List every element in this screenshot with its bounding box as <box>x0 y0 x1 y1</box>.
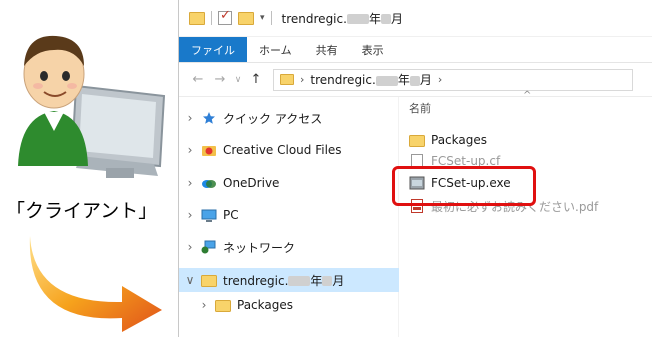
breadcrumb-current[interactable]: trendregic. 年月 <box>310 71 431 88</box>
star-icon <box>201 111 217 125</box>
column-header-name[interactable]: 名前 ^ <box>409 90 609 119</box>
nav-item-creative-cloud-files[interactable]: › Creative Cloud Files <box>179 138 399 162</box>
redacted-month <box>380 14 391 24</box>
path-prefix: trendregic. <box>310 73 376 87</box>
window-title: trendregic. 年月 <box>282 10 403 27</box>
address-bar-row: ← → ∨ ↑ › trendregic. 年月 › <box>179 63 652 97</box>
properties-check-icon[interactable] <box>218 8 232 25</box>
label-year-suffix: 年 <box>310 273 323 288</box>
nav-item-label: trendregic. 年月 <box>223 272 344 289</box>
title-year-suffix: 年 <box>368 11 381 26</box>
nav-item-label: ネットワーク <box>223 240 296 255</box>
back-arrow-icon[interactable]: ← <box>187 72 209 87</box>
tab-view[interactable]: 表示 <box>350 37 396 62</box>
creative-cloud-icon <box>201 143 217 157</box>
expand-chevron-icon[interactable]: › <box>179 208 201 222</box>
tab-file[interactable]: ファイル <box>179 37 247 62</box>
nav-item-packages[interactable]: › Packages <box>179 293 399 317</box>
folder-icon <box>409 133 425 147</box>
client-label: 「クライアント」 <box>6 200 158 222</box>
label-month-suffix: 月 <box>332 273 345 288</box>
tab-share[interactable]: 共有 <box>304 37 350 62</box>
folder-icon <box>189 11 205 25</box>
column-name-label: 名前 <box>409 102 431 115</box>
address-input[interactable]: › trendregic. 年月 › <box>273 68 633 91</box>
nav-item-onedrive[interactable]: › OneDrive <box>179 171 399 195</box>
nav-item-quick-access[interactable]: › クイック アクセス <box>179 106 399 130</box>
sort-caret-icon: ^ <box>523 90 532 101</box>
label-prefix: trendregic. <box>223 273 289 288</box>
title-bar: ▾ trendregic. 年月 <box>179 0 652 37</box>
folder-icon <box>215 298 231 312</box>
file-list: 名前 ^ Packages FCSet-up.cf FCSet-up.exe 最… <box>399 90 652 337</box>
expand-chevron-icon[interactable]: › <box>179 240 201 254</box>
title-prefix: trendregic. <box>281 11 347 26</box>
nav-item-network[interactable]: › ネットワーク <box>179 235 399 259</box>
folder-icon <box>201 273 217 287</box>
redacted-year <box>375 75 398 86</box>
expand-chevron-icon[interactable]: › <box>179 143 201 157</box>
folder-icon <box>280 74 294 85</box>
network-icon <box>201 240 217 254</box>
nav-item-label: OneDrive <box>223 176 280 190</box>
tab-home[interactable]: ホーム <box>247 37 304 62</box>
title-month-suffix: 月 <box>390 11 403 26</box>
expand-chevron-icon[interactable]: › <box>179 176 201 190</box>
nav-item-label: PC <box>223 208 239 222</box>
new-folder-icon[interactable] <box>238 11 254 25</box>
nav-item-pc[interactable]: › PC <box>179 203 399 227</box>
list-item-packages[interactable]: Packages <box>409 130 487 150</box>
client-person-icon <box>18 35 166 178</box>
breadcrumb-chevron-icon[interactable]: › <box>300 73 304 86</box>
client-illustration: 「クライアント」 <box>0 0 178 337</box>
file-name: Packages <box>431 133 487 147</box>
nav-item-trendregic[interactable]: ∨ trendregic. 年月 <box>179 268 399 292</box>
title-separator-2 <box>270 11 272 25</box>
expand-chevron-icon[interactable]: › <box>179 298 215 312</box>
navigation-pane: › クイック アクセス › Creative Cloud Files › One… <box>179 97 399 337</box>
pc-icon <box>201 208 217 222</box>
forward-arrow-icon[interactable]: → <box>209 72 231 87</box>
explorer-body: › クイック アクセス › Creative Cloud Files › One… <box>179 90 652 337</box>
highlight-box <box>392 166 536 206</box>
redacted-month <box>409 75 420 86</box>
ribbon-tabs: ファイル ホーム 共有 表示 <box>179 37 652 63</box>
quick-access-dropdown-icon[interactable]: ▾ <box>260 13 265 23</box>
path-year-suffix: 年 <box>397 73 410 87</box>
path-month-suffix: 月 <box>419 73 432 87</box>
arrow-icon <box>29 236 163 332</box>
nav-item-label: Packages <box>237 298 293 312</box>
collapse-chevron-icon[interactable]: ∨ <box>179 273 201 287</box>
up-arrow-icon[interactable]: ↑ <box>245 72 267 87</box>
nav-item-label: クイック アクセス <box>223 111 323 126</box>
redacted-year <box>346 14 369 24</box>
redacted-month <box>322 276 333 286</box>
onedrive-icon <box>201 176 217 190</box>
nav-item-label: Creative Cloud Files <box>223 143 342 157</box>
breadcrumb-end-chevron-icon[interactable]: › <box>438 73 442 86</box>
recent-locations-icon[interactable]: ∨ <box>231 75 245 85</box>
redacted-year <box>288 276 311 286</box>
expand-chevron-icon[interactable]: › <box>179 111 201 125</box>
title-separator <box>211 11 212 25</box>
